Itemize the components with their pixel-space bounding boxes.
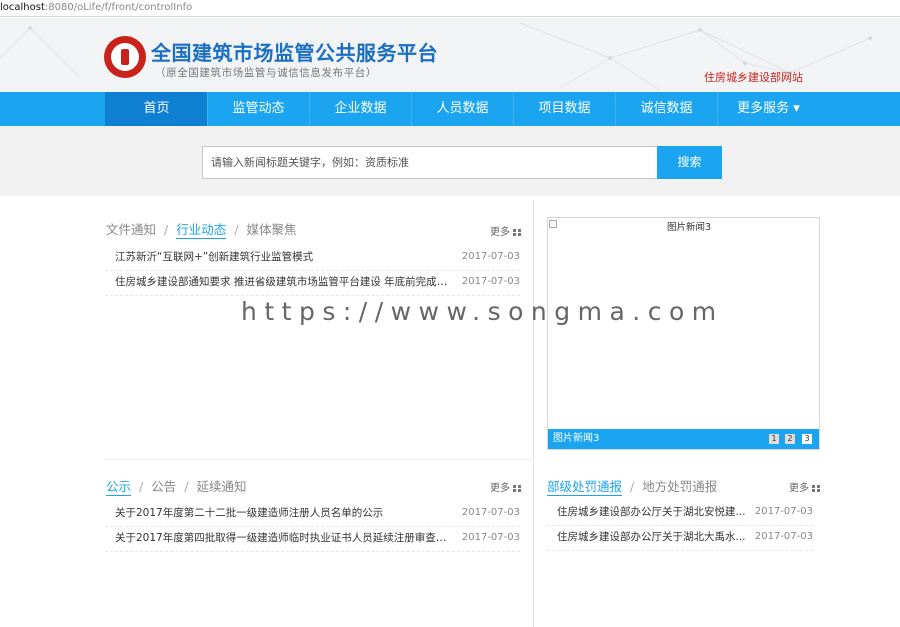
penalty-date: 2017-07-03 [754,506,813,517]
news-more-link[interactable]: 更多 [490,223,521,238]
list-item[interactable]: 住房城乡建设部办公厅关于湖北大禹水... 2017-07-03 [547,525,813,551]
site-title[interactable]: 全国建筑市场监管公共服务平台 [151,37,438,66]
more-label: 更多 [789,483,809,494]
list-item[interactable]: 住房城乡建设部办公厅关于湖北安悦建... 2017-07-03 [547,500,813,526]
grid-icon [513,229,521,236]
slide-page-3[interactable]: 3 [802,434,812,444]
list-item[interactable]: 住房城乡建设部通知要求 推进省级建筑市场监管平台建设 年底前完成信... 201… [105,270,520,296]
penalty-date: 2017-07-03 [754,531,813,542]
url-path: :8080/oLife/f/front/controlInfo [44,2,193,13]
notice-date: 2017-07-03 [461,532,520,543]
column-divider [533,200,534,627]
main-nav: 首页 监管动态 企业数据 人员数据 项目数据 诚信数据 更多服务 ▾ [0,92,900,126]
search-band: 请输入新闻标题关键字，例如：资质标准 搜索 [0,126,900,196]
search-button[interactable]: 搜索 [657,146,722,179]
notice-title: 关于2017年度第四批取得一级建造师临时执业证书人员延续注册审查结... [115,532,455,544]
section-divider [104,459,534,460]
browser-url-bar[interactable]: localhost:8080/oLife/f/front/controlInfo [0,0,900,17]
news-title: 江苏新沂“互联网+”创新建筑行业监管模式 [115,251,314,263]
list-item[interactable]: 关于2017年度第四批取得一级建造师临时执业证书人员延续注册审查结... 201… [105,526,520,552]
nav-credit-data[interactable]: 诚信数据 [615,92,717,126]
news-tabs: 文件通知 / 行业动态 / 媒体聚焦 [106,219,296,239]
news-date: 2017-07-03 [461,276,520,287]
grid-icon [812,485,820,492]
search-input[interactable]: 请输入新闻标题关键字，例如：资质标准 [202,146,658,179]
ministry-website-link[interactable]: 住房城乡建设部网站 [704,69,803,85]
site-header: 全国建筑市场监管公共服务平台 （原全国建筑市场监管与诚信信息发布平台） 住房城乡… [0,18,900,92]
penalty-tabs: 部级处罚通报 / 地方处罚通报 [547,476,717,496]
site-subtitle: （原全国建筑市场监管与诚信信息发布平台） [155,67,377,79]
more-label: 更多 [490,227,510,238]
slide-page-2[interactable]: 2 [785,434,795,444]
photo-news-slider[interactable]: 图片新闻3 图片新闻3 1 2 3 [547,217,820,450]
notice-more-link[interactable]: 更多 [490,479,521,494]
list-item[interactable]: 江苏新沂“互联网+”创新建筑行业监管模式 2017-07-03 [105,245,520,271]
photo-caption-bar: 图片新闻3 1 2 3 [548,429,819,449]
news-title: 住房城乡建设部通知要求 推进省级建筑市场监管平台建设 年底前完成信... [115,276,455,288]
tab-renewal-notices[interactable]: 延续通知 [196,476,246,495]
tab-announcements[interactable]: 公告 [151,476,176,495]
notice-tabs: 公示 / 公告 / 延续通知 [106,476,246,496]
logo-emblem-icon [111,43,139,71]
tab-industry-news[interactable]: 行业动态 [176,219,227,239]
more-label: 更多 [490,483,510,494]
photo-caption[interactable]: 图片新闻3 [553,429,599,449]
broken-image-icon [549,220,557,228]
nav-enterprise-data[interactable]: 企业数据 [309,92,411,126]
list-item[interactable]: 关于2017年度第二十二批一级建造师注册人员名单的公示 2017-07-03 [105,501,520,527]
url-host: localhost [0,2,45,13]
photo-alt-text: 图片新闻3 [667,222,712,233]
penalty-title: 住房城乡建设部办公厅关于湖北大禹水... [557,531,746,543]
nav-supervision-news[interactable]: 监管动态 [207,92,309,126]
tab-file-notices[interactable]: 文件通知 [106,219,156,238]
watermark-text: https://www.songma.com [241,297,724,326]
news-date: 2017-07-03 [461,251,520,262]
nav-personnel-data[interactable]: 人员数据 [411,92,513,126]
nav-more-services[interactable]: 更多服务 ▾ [717,92,819,126]
tab-publicity[interactable]: 公示 [106,476,132,496]
notice-title: 关于2017年度第二十二批一级建造师注册人员名单的公示 [115,507,384,519]
grid-icon [513,485,521,492]
tab-ministry-penalties[interactable]: 部级处罚通报 [547,476,623,496]
tab-media-focus[interactable]: 媒体聚焦 [246,219,296,238]
penalty-title: 住房城乡建设部办公厅关于湖北安悦建... [557,506,746,518]
penalty-more-link[interactable]: 更多 [789,479,820,494]
slide-page-1[interactable]: 1 [769,434,779,444]
nav-project-data[interactable]: 项目数据 [513,92,615,126]
site-logo[interactable] [104,36,146,78]
notice-date: 2017-07-03 [461,507,520,518]
tab-local-penalties[interactable]: 地方处罚通报 [642,476,717,495]
nav-home[interactable]: 首页 [105,92,207,126]
